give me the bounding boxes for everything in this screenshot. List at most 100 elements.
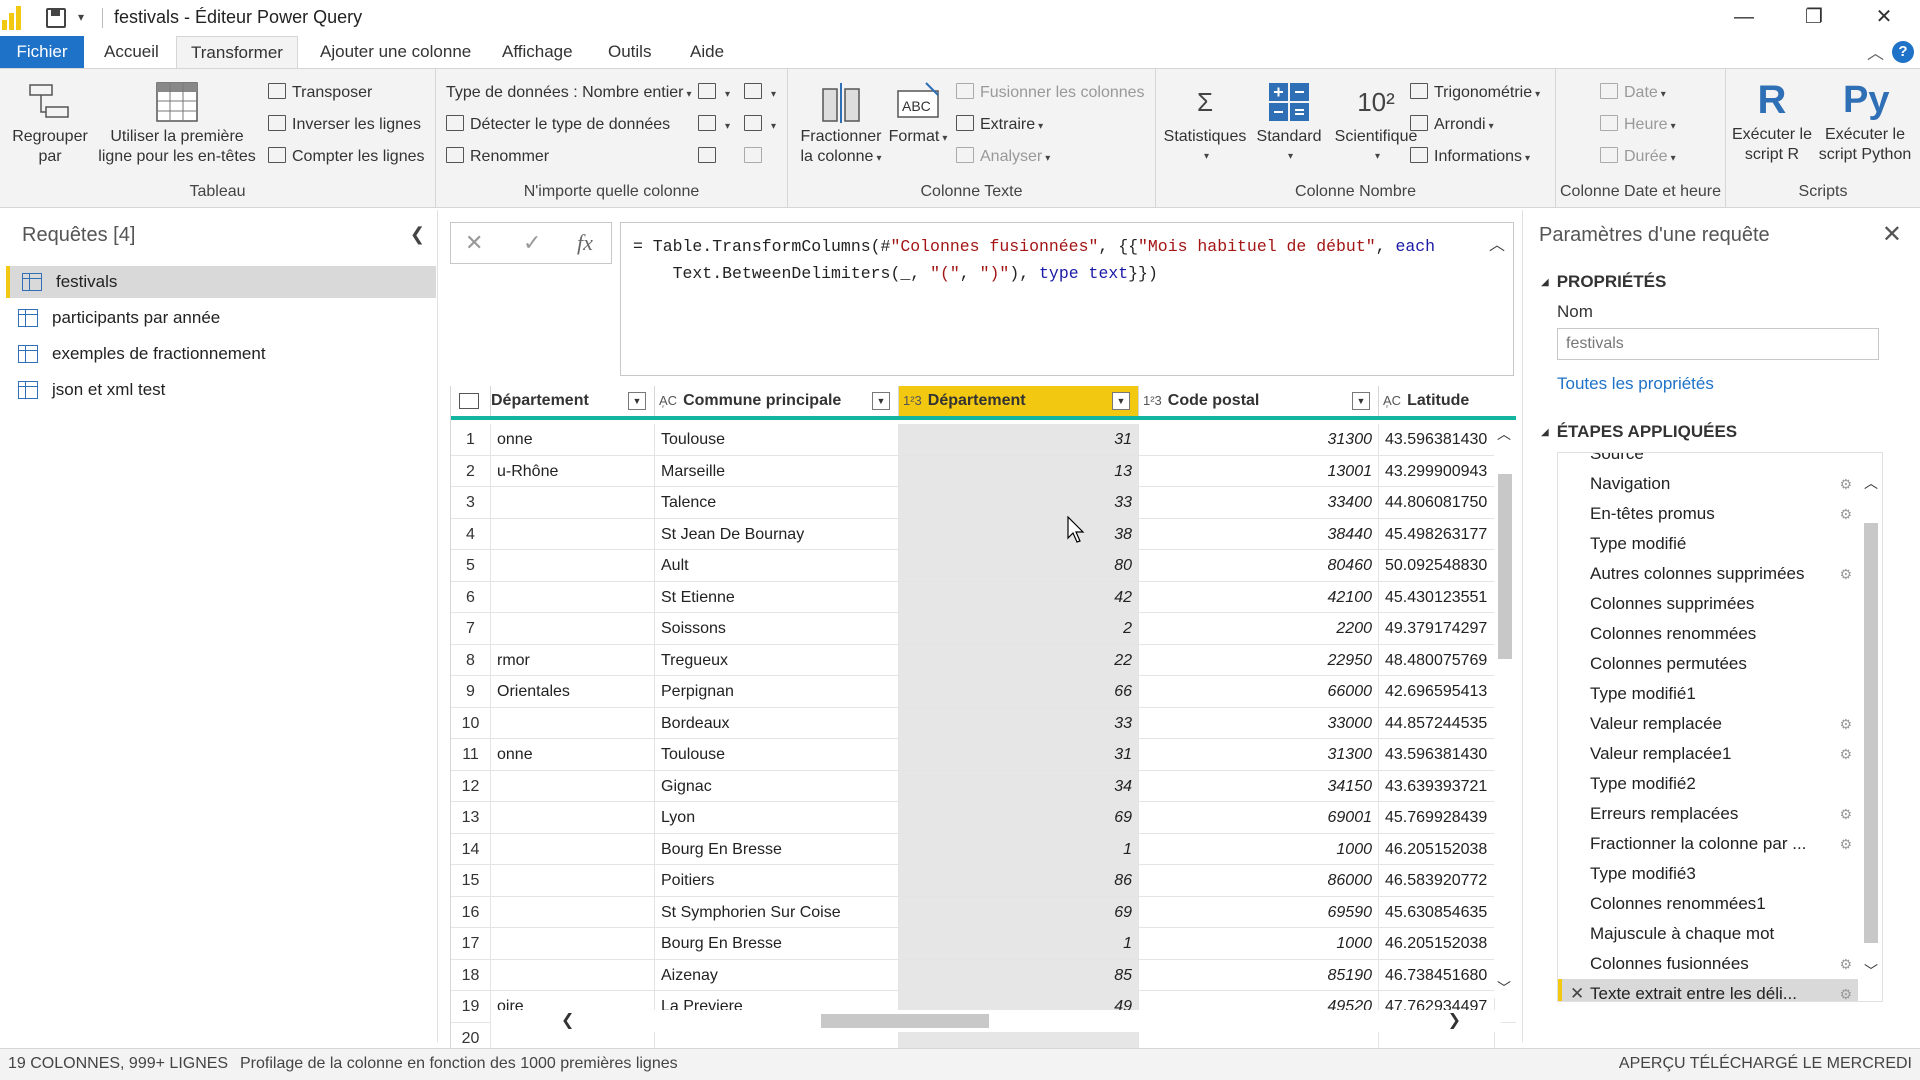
extraire-dropdown[interactable]: Extraire ▾ <box>956 113 1043 137</box>
cell-departement-nom[interactable]: Orientales <box>491 676 655 707</box>
cell-departement-nom[interactable] <box>491 613 655 644</box>
delete-step-icon[interactable]: ✕ <box>1570 979 1584 1001</box>
analyser-dropdown[interactable]: Analyser ▾ <box>956 145 1050 169</box>
query-item-exemples[interactable]: exemples de fractionnement <box>6 338 436 370</box>
cell-departement[interactable]: 31 <box>899 739 1139 770</box>
row-number[interactable]: 9 <box>451 676 491 707</box>
query-item-json-xml[interactable]: json et xml test <box>6 374 436 406</box>
cell-latitude[interactable]: 49.379174297 <box>1379 613 1495 644</box>
table-menu-button[interactable] <box>451 386 491 416</box>
type-donnees-dropdown[interactable]: Type de données : Nombre entier ▾ <box>446 81 692 105</box>
arrondi-dropdown[interactable]: Arrondi ▾ <box>1410 113 1494 137</box>
inverser-lignes-button[interactable]: Inverser les lignes <box>268 113 421 137</box>
pivot-button[interactable]: ▾ <box>744 81 776 105</box>
trigonometrie-dropdown[interactable]: Trigonométrie ▾ <box>1410 81 1540 105</box>
cell-departement[interactable]: 69 <box>899 802 1139 833</box>
row-number[interactable]: 19 <box>451 991 491 1022</box>
applied-step[interactable]: En-têtes promus ⚙ <box>1558 499 1858 529</box>
applied-step[interactable]: Valeur remplacée ⚙ <box>1558 709 1858 739</box>
tab-accueil[interactable]: Accueil <box>90 36 173 68</box>
cell-code-postal[interactable]: 1000 <box>1139 833 1379 865</box>
table-row[interactable]: 15 Poitiers 86 86000 46.583920772 <box>451 865 1516 897</box>
tab-affichage[interactable]: Affichage <box>488 36 587 68</box>
table-row[interactable]: 4 St Jean De Bournay 38 38440 45.498263177 <box>451 518 1516 550</box>
properties-section-title[interactable]: PROPRIÉTÉS <box>1541 272 1667 292</box>
cell-commune[interactable]: Toulouse <box>655 739 899 770</box>
applied-step[interactable]: Colonnes renommées <box>1558 619 1858 649</box>
cell-departement-nom[interactable] <box>491 707 655 739</box>
cell-departement[interactable]: 31 <box>899 424 1139 455</box>
row-number[interactable]: 8 <box>451 644 491 676</box>
heure-dropdown[interactable]: Heure ▾ <box>1600 113 1676 137</box>
grid-vertical-scrollbar[interactable]: ︿ ﹀ <box>1494 424 1516 998</box>
cell-departement-nom[interactable] <box>491 770 655 802</box>
cell-code-postal[interactable]: 2200 <box>1139 613 1379 644</box>
cell-departement-nom[interactable] <box>491 865 655 896</box>
cell-latitude[interactable]: 43.299900943 <box>1379 455 1495 487</box>
cell-latitude[interactable]: 45.430123551 <box>1379 581 1495 613</box>
applied-step[interactable]: Erreurs remplacées ⚙ <box>1558 799 1858 829</box>
table-row[interactable]: 2 u-Rhône Marseille 13 13001 43.299900943 <box>451 455 1516 487</box>
scroll-down-icon[interactable]: ﹀ <box>1864 961 1878 981</box>
unpivot-button[interactable]: ▾ <box>744 113 776 137</box>
tab-aide[interactable]: Aide <box>676 36 738 68</box>
table-row[interactable]: 10 Bordeaux 33 33000 44.857244535 <box>451 707 1516 739</box>
cell-departement[interactable]: 1 <box>899 833 1139 865</box>
cell-latitude[interactable]: 45.498263177 <box>1379 518 1495 550</box>
cell-departement-nom[interactable]: onne <box>491 424 655 455</box>
quick-access-dropdown-icon[interactable]: ▾ <box>78 10 84 24</box>
cell-commune[interactable]: Bourg En Bresse <box>655 928 899 959</box>
cell-latitude[interactable]: 44.857244535 <box>1379 707 1495 739</box>
applied-step[interactable]: Type modifié1 <box>1558 679 1858 709</box>
cell-departement[interactable]: 2 <box>899 613 1139 644</box>
cell-departement[interactable]: 33 <box>899 707 1139 739</box>
cell-departement[interactable]: 69 <box>899 896 1139 928</box>
row-number[interactable]: 12 <box>451 770 491 802</box>
query-item-festivals[interactable]: festivals <box>6 266 436 298</box>
cell-code-postal[interactable]: 86000 <box>1139 865 1379 896</box>
column-header-code-postal[interactable]: 1²3 Code postal ▼ <box>1139 386 1379 416</box>
cell-code-postal[interactable]: 69590 <box>1139 896 1379 928</box>
cell-departement-nom[interactable]: rmor <box>491 644 655 676</box>
cell-departement-nom[interactable] <box>491 896 655 928</box>
applied-step[interactable]: Colonnes renommées1 <box>1558 889 1858 919</box>
row-number[interactable]: 2 <box>451 455 491 487</box>
cell-code-postal[interactable]: 13001 <box>1139 455 1379 487</box>
cell-commune[interactable]: Toulouse <box>655 424 899 455</box>
detecter-type-button[interactable]: Détecter le type de données <box>446 113 670 137</box>
regrouper-button[interactable]: Regrouper par <box>6 81 94 167</box>
column-header-latitude[interactable]: A᷊C Latitude <box>1379 386 1516 416</box>
applied-step[interactable]: Colonnes supprimées <box>1558 589 1858 619</box>
cell-code-postal[interactable]: 33000 <box>1139 707 1379 739</box>
cell-departement-nom[interactable] <box>491 833 655 865</box>
cell-commune[interactable]: St Jean De Bournay <box>655 518 899 550</box>
cell-departement[interactable]: 86 <box>899 865 1139 896</box>
row-number[interactable]: 18 <box>451 959 491 991</box>
applied-step[interactable]: Navigation ⚙ <box>1558 469 1858 499</box>
cell-departement-nom[interactable]: u-Rhône <box>491 455 655 487</box>
cell-commune[interactable]: Talence <box>655 487 899 518</box>
statistiques-button[interactable]: Σ Statistiques ▾ <box>1162 81 1248 167</box>
column-header-commune[interactable]: A᷊C Commune principale ▼ <box>655 386 899 416</box>
scroll-up-icon[interactable]: ︿ <box>1497 424 1511 444</box>
close-button[interactable]: ✕ <box>1850 0 1918 34</box>
cell-commune[interactable]: Marseille <box>655 455 899 487</box>
cell-departement-nom[interactable] <box>491 518 655 550</box>
cell-commune[interactable]: Lyon <box>655 802 899 833</box>
cell-latitude[interactable]: 43.596381430 <box>1379 424 1495 455</box>
cell-commune[interactable]: Bordeaux <box>655 707 899 739</box>
applied-step[interactable]: Majuscule à chaque mot <box>1558 919 1858 949</box>
cell-latitude[interactable]: 46.738451680 <box>1379 959 1495 991</box>
fx-icon[interactable]: fx <box>577 230 593 256</box>
column-header-departement-nom[interactable]: Département ▼ <box>491 386 655 416</box>
table-row[interactable]: 6 St Etienne 42 42100 45.430123551 <box>451 581 1516 613</box>
scroll-thumb[interactable] <box>1498 474 1512 659</box>
collapse-panel-icon[interactable]: ❮ <box>410 224 425 245</box>
row-number[interactable]: 20 <box>451 1022 491 1048</box>
utiliser-premiere-ligne-button[interactable]: Utiliser la première ligne pour les en-t… <box>92 81 262 167</box>
cell-code-postal[interactable]: 66000 <box>1139 676 1379 707</box>
filter-dropdown-icon[interactable]: ▼ <box>872 392 890 410</box>
row-number[interactable]: 3 <box>451 487 491 518</box>
table-row[interactable]: 8 rmor Tregueux 22 22950 48.480075769 <box>451 644 1516 676</box>
restore-button[interactable]: ❐ <box>1780 0 1848 34</box>
